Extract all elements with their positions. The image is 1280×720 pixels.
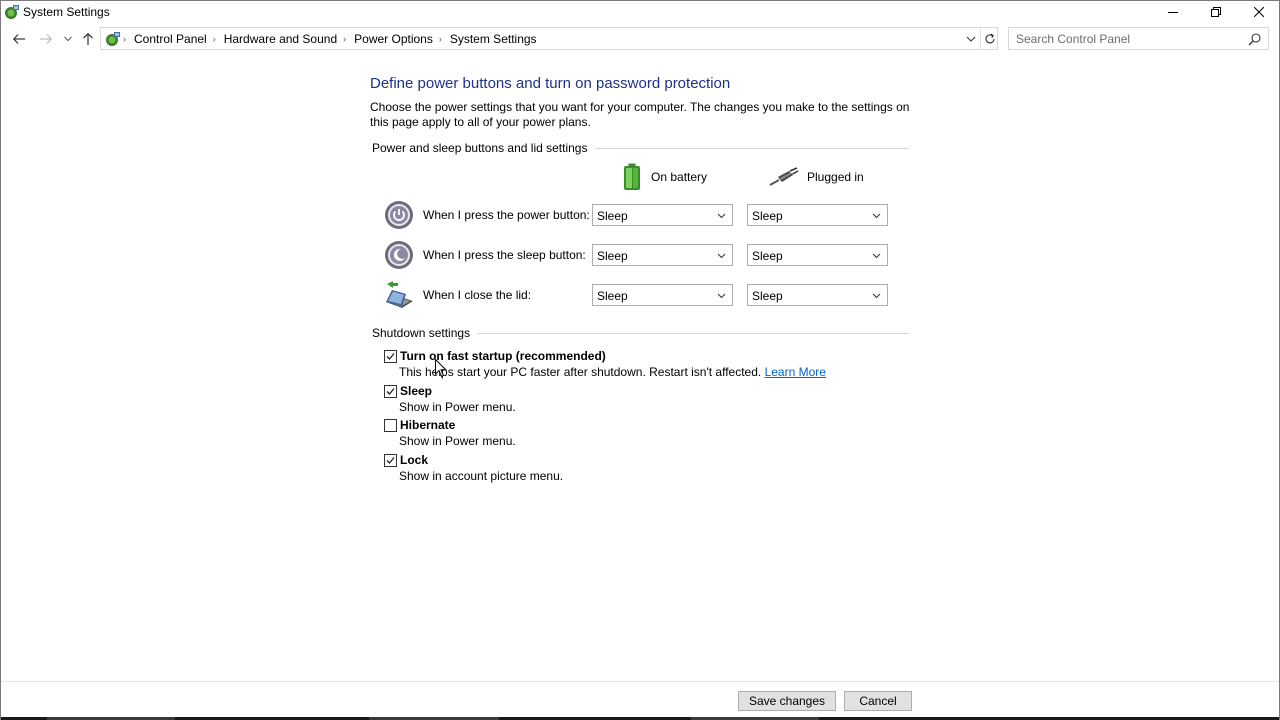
chevron-down-icon [717,293,726,299]
page-intro: Choose the power settings that you want … [370,100,910,129]
save-changes-button[interactable]: Save changes [738,691,836,711]
sleep-button-icon [385,241,413,269]
forward-arrow-icon [40,34,52,44]
breadcrumb-separator[interactable]: › [213,34,216,44]
battery-icon [624,163,640,190]
power-buttons-group-header: Power and sleep buttons and lid settings [372,141,909,155]
chevron-down-icon [717,213,726,219]
breadcrumb-system-settings[interactable]: System Settings [450,32,537,46]
lock-option-description: Show in account picture menu. [399,469,564,483]
power-buttons-group-label: Power and sleep buttons and lid settings [372,141,588,155]
power-button-icon [385,201,413,229]
lid-close-label: When I close the lid: [423,288,532,302]
breadcrumb-power-options[interactable]: Power Options [354,32,433,46]
on-battery-column-header: On battery [621,163,707,191]
navigation-bar: › Control Panel › Hardware and Sound › P… [1,27,1279,51]
hibernate-option-description: Show in Power menu. [399,434,516,448]
lid-close-battery-select[interactable]: Sleep [592,284,733,306]
sleep-button-label: When I press the sleep button: [423,248,586,262]
shutdown-settings-label: Shutdown settings [372,326,471,340]
select-value: Sleep [752,289,783,303]
fast-startup-description-text: This helps start your PC faster after sh… [399,365,762,379]
control-panel-app-icon [5,5,19,19]
breadcrumb-control-panel[interactable]: Control Panel [134,32,207,46]
hibernate-checkbox[interactable] [384,419,397,432]
learn-more-link[interactable]: Learn More [765,365,826,379]
back-arrow-icon [13,34,25,44]
fast-startup-label[interactable]: Turn on fast startup (recommended) [400,349,606,363]
address-dropdown-icon[interactable] [965,33,977,45]
plugged-in-column-header: Plugged in [769,163,864,191]
cancel-button[interactable]: Cancel [844,691,912,711]
refresh-button[interactable] [982,31,998,47]
window-title: System Settings [23,5,110,19]
close-button[interactable] [1237,1,1280,23]
chevron-down-icon [64,36,72,42]
lock-option-label[interactable]: Lock [400,453,428,467]
on-battery-label: On battery [651,170,708,184]
fast-startup-description: This helps start your PC faster after sh… [399,365,826,379]
chevron-down-icon [872,293,881,299]
checkmark-icon [386,388,395,395]
address-divider [980,28,981,49]
refresh-icon [985,33,995,44]
sleep-option-label[interactable]: Sleep [400,384,432,398]
close-icon [1254,7,1264,17]
select-value: Sleep [752,209,783,223]
lock-checkbox[interactable] [384,454,397,467]
chevron-down-icon [872,253,881,259]
restore-icon [1211,7,1221,17]
sleep-button-plugged-select[interactable]: Sleep [747,244,888,266]
lid-close-row: When I close the lid: Sleep Sleep [384,280,894,312]
restore-button[interactable] [1194,1,1238,23]
minimize-icon [1168,12,1178,13]
plugged-in-label: Plugged in [807,170,864,184]
mouse-cursor-icon [435,359,447,378]
laptop-lid-icon [386,281,413,308]
control-panel-icon [106,32,120,46]
back-button[interactable] [9,29,29,49]
recent-locations-button[interactable] [61,29,75,49]
select-value: Sleep [597,289,628,303]
select-value: Sleep [597,249,628,263]
up-button[interactable] [78,29,98,49]
minimize-button[interactable] [1151,1,1195,23]
lid-close-plugged-select[interactable]: Sleep [747,284,888,306]
breadcrumb-separator[interactable]: › [343,34,346,44]
system-settings-window: System Settings › Control Panel › Hardwa… [0,0,1280,720]
search-placeholder: Search Control Panel [1016,32,1131,46]
sleep-button-battery-select[interactable]: Sleep [592,244,733,266]
group-divider [595,147,909,149]
footer-divider [1,681,1279,682]
select-value: Sleep [597,209,628,223]
breadcrumb-separator[interactable]: › [123,34,126,44]
power-button-row: When I press the power button: Sleep Sle… [384,200,894,232]
chevron-down-icon [717,253,726,259]
power-button-battery-select[interactable]: Sleep [592,204,733,226]
group-divider [478,332,909,334]
power-button-label: When I press the power button: [423,208,590,222]
breadcrumb-hardware-and-sound[interactable]: Hardware and Sound [224,32,337,46]
checkmark-icon [386,353,395,360]
power-button-plugged-select[interactable]: Sleep [747,204,888,226]
address-bar[interactable]: › Control Panel › Hardware and Sound › P… [100,27,998,50]
page-title: Define power buttons and turn on passwor… [370,75,731,92]
search-icon [1248,33,1261,46]
title-bar: System Settings [1,1,1279,23]
sleep-option-description: Show in Power menu. [399,400,516,414]
breadcrumb-separator[interactable]: › [439,34,442,44]
checkmark-icon [386,457,395,464]
breadcrumb: › Control Panel › Hardware and Sound › P… [123,32,537,46]
forward-button[interactable] [36,29,56,49]
sleep-button-row: When I press the sleep button: Sleep Sle… [384,240,894,272]
up-arrow-icon [83,33,93,45]
power-plug-icon [769,167,799,186]
shutdown-settings-group-header: Shutdown settings [372,326,909,340]
hibernate-option-label[interactable]: Hibernate [400,418,455,432]
sleep-checkbox[interactable] [384,385,397,398]
fast-startup-checkbox[interactable] [384,350,397,363]
select-value: Sleep [752,249,783,263]
chevron-down-icon [872,213,881,219]
search-input[interactable]: Search Control Panel [1008,27,1269,50]
